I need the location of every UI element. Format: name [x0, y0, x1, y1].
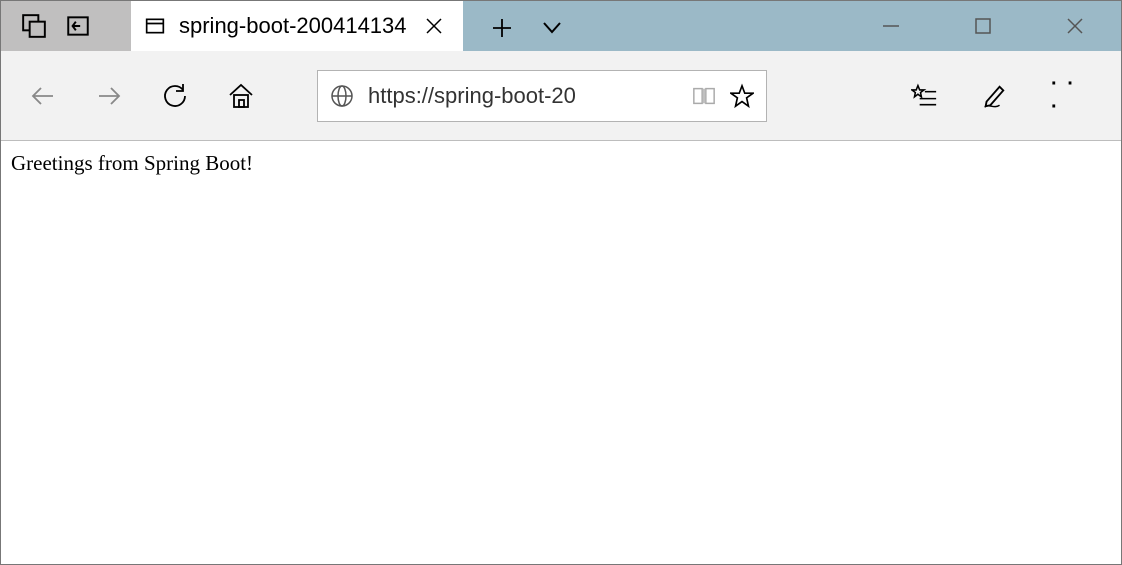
tab-menu-chevron-icon[interactable]	[541, 15, 563, 37]
maximize-button[interactable]	[937, 1, 1029, 51]
page-icon	[145, 16, 165, 36]
forward-button[interactable]	[95, 82, 123, 110]
favorites-list-icon[interactable]	[911, 83, 937, 109]
home-button[interactable]	[227, 82, 255, 110]
minimize-button[interactable]	[845, 1, 937, 51]
url-text[interactable]: https://spring-boot-20	[368, 83, 678, 109]
address-bar[interactable]: https://spring-boot-20	[317, 70, 767, 122]
window-controls	[845, 1, 1121, 51]
favorite-star-icon[interactable]	[730, 84, 754, 108]
toolbar-right: · · ·	[911, 83, 1107, 109]
site-info-globe-icon[interactable]	[330, 84, 354, 108]
more-menu-icon[interactable]: · · ·	[1051, 83, 1077, 109]
close-tab-icon[interactable]	[421, 13, 447, 39]
close-window-button[interactable]	[1029, 1, 1121, 51]
tab-strip-controls	[463, 1, 563, 51]
tab-actions-icon[interactable]	[21, 13, 47, 39]
notes-pen-icon[interactable]	[981, 83, 1007, 109]
page-body-text: Greetings from Spring Boot!	[11, 151, 253, 175]
reading-view-icon[interactable]	[692, 84, 716, 108]
tab-title: spring-boot-200414134	[179, 13, 407, 39]
back-button[interactable]	[29, 82, 57, 110]
toolbar: https://spring-boot-20 · · ·	[1, 51, 1121, 141]
set-aside-tabs-icon[interactable]	[65, 13, 91, 39]
new-tab-icon[interactable]	[491, 15, 513, 37]
title-bar: spring-boot-200414134	[1, 1, 1121, 51]
title-bar-app-controls	[1, 1, 131, 51]
navigation-buttons	[15, 82, 255, 110]
refresh-button[interactable]	[161, 82, 189, 110]
page-content: Greetings from Spring Boot!	[1, 141, 1121, 186]
browser-tab[interactable]: spring-boot-200414134	[131, 1, 463, 51]
